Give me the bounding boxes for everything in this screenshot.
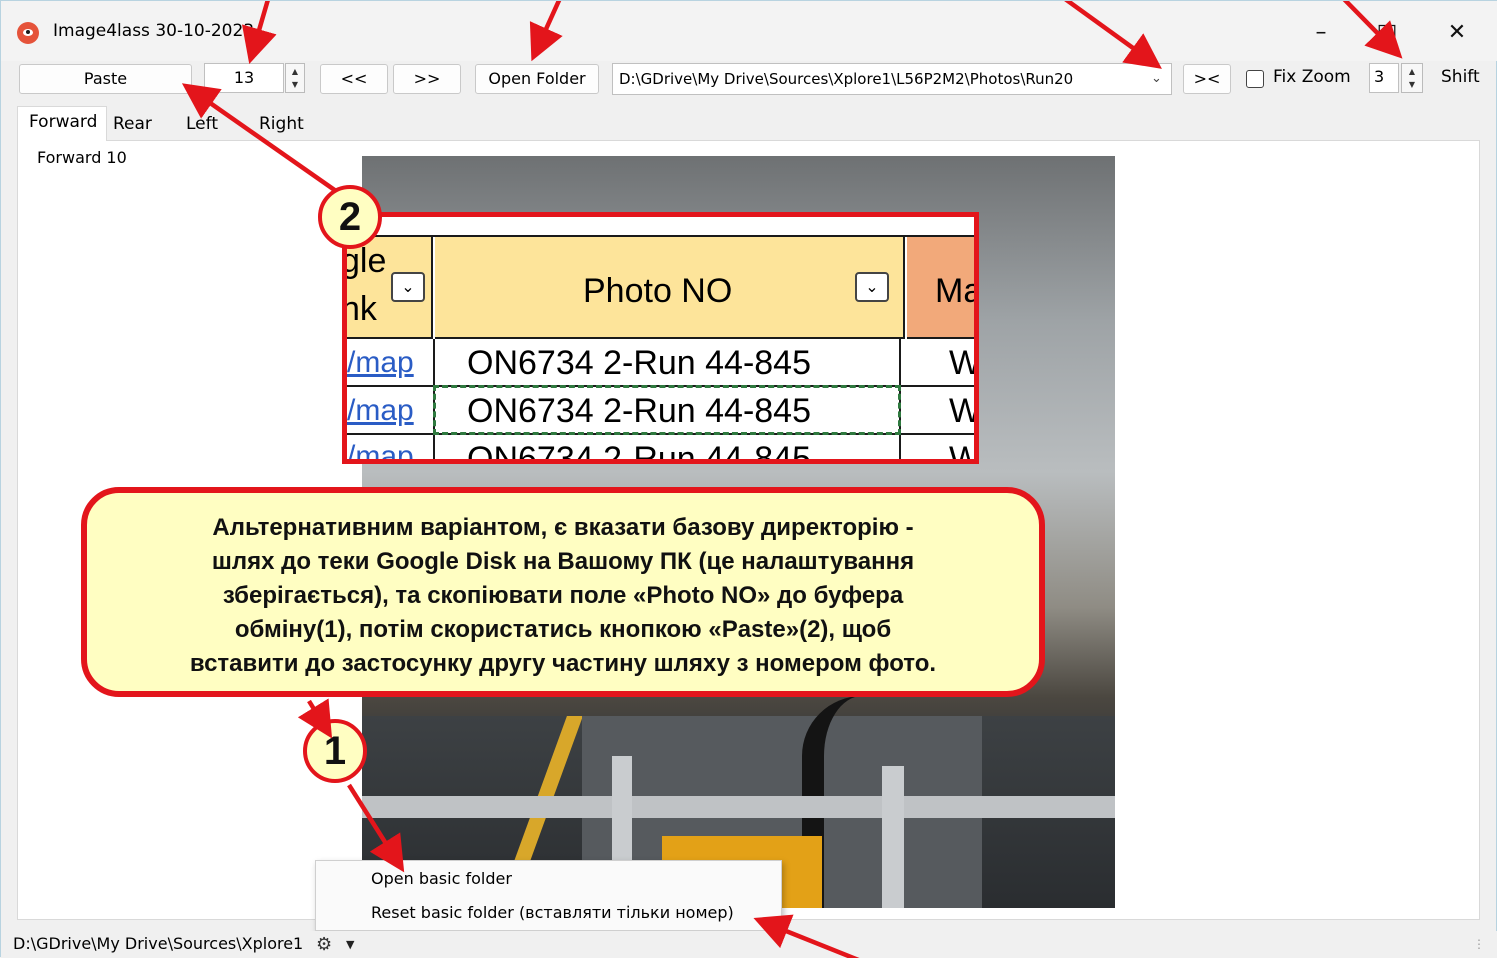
table-row-right: W (949, 392, 979, 430)
open-folder-button[interactable]: Open Folder (475, 64, 599, 94)
table-row-right: W (949, 344, 979, 382)
title-bar: Image4lass 30-10-2023 – □ ✕ (1, 1, 1497, 61)
next-button[interactable]: >> (393, 64, 461, 94)
stepper-up-icon[interactable]: ▲ (1402, 66, 1422, 78)
badge-two: 2 (318, 185, 382, 249)
tab-left[interactable]: Left (186, 109, 246, 141)
table-row-photo: ON6734 2-Run 44-845 (467, 344, 812, 382)
photo-number-input[interactable]: 13 (204, 63, 284, 93)
path-value: D:\GDrive\My Drive\Sources\Xplore1\L56P2… (619, 70, 1074, 88)
shift-input[interactable]: 3 (1369, 63, 1399, 93)
fix-zoom-label: Fix Zoom (1273, 67, 1351, 87)
header-link-text-top: gle (342, 242, 387, 280)
app-window: Image4lass 30-10-2023 – □ ✕ Paste 13 ▲ ▼… (0, 0, 1497, 958)
table-row-link[interactable]: /map (347, 393, 414, 429)
tab-rear[interactable]: Rear (113, 109, 173, 141)
callout-line: обміну(1), потім скористатись кнопкою «P… (234, 616, 892, 643)
table-row-link[interactable]: /map (347, 439, 414, 459)
table-row-link[interactable]: /map (347, 345, 414, 381)
status-bar: D:\GDrive\My Drive\Sources\Xplore1 ⚙ ▼ ⋮ (1, 931, 1497, 958)
filter-dropdown-icon[interactable]: ⌄ (391, 272, 425, 302)
shift-stepper[interactable]: ▲ ▼ (1401, 63, 1423, 93)
rack-bar (362, 796, 1115, 818)
minimize-icon[interactable]: – (1301, 19, 1341, 47)
menu-item-reset-basic-folder[interactable]: Reset basic folder (вставляти тільки ном… (371, 898, 734, 928)
callout-line: зберігається), та скопіювати поле «Photo… (222, 582, 904, 609)
stepper-up-icon[interactable]: ▲ (286, 66, 304, 78)
gear-icon[interactable]: ⚙ (316, 934, 342, 956)
badge-one: 1 (303, 719, 367, 783)
filter-dropdown-icon[interactable]: ⌄ (855, 272, 889, 302)
header-link-text-bottom: nk (342, 290, 377, 328)
callout-line: Альтернативним варіантом, є вказати базо… (212, 514, 914, 541)
spreadsheet-zoom-inset: gle nk ⌄ Photo NO ⌄ Ma /map ON6734 2-Run… (342, 212, 979, 464)
view-caption: Forward 10 (37, 148, 127, 167)
header-top-strip (347, 217, 974, 237)
instruction-callout: Альтернативним варіантом, є вказати базо… (81, 487, 1045, 697)
tab-right[interactable]: Right (259, 109, 319, 141)
shift-label: Shift (1441, 67, 1480, 87)
paste-button[interactable]: Paste (19, 64, 192, 94)
header-right-text: Ma (935, 272, 979, 310)
tab-forward[interactable]: Forward (17, 106, 107, 141)
callout-line: шлях до теки Google Disk на Вашому ПК (ц… (211, 548, 915, 575)
swap-button[interactable]: >< (1183, 64, 1231, 94)
menu-item-open-basic-folder[interactable]: Open basic folder (371, 864, 512, 894)
eye-app-icon (17, 22, 39, 44)
path-combobox[interactable]: D:\GDrive\My Drive\Sources\Xplore1\L56P2… (612, 63, 1172, 95)
table-row-photo: ON6734 2-Run 44-845 (467, 392, 812, 430)
resize-grip-icon[interactable]: ⋮ (1473, 937, 1491, 955)
fix-zoom-checkbox[interactable] (1246, 70, 1264, 88)
header-photo-text: Photo NO (583, 272, 733, 310)
stepper-down-icon[interactable]: ▼ (1402, 79, 1422, 91)
window-title: Image4lass 30-10-2023 (53, 21, 255, 41)
photo-number-stepper[interactable]: ▲ ▼ (285, 63, 305, 93)
stepper-down-icon[interactable]: ▼ (286, 79, 304, 91)
callout-line: вставити до застосунку другу частину шля… (189, 650, 937, 677)
status-path: D:\GDrive\My Drive\Sources\Xplore1 (13, 934, 304, 953)
chevron-down-icon[interactable]: ⌄ (1151, 67, 1167, 91)
table-row-photo: ON6734 2-Run 44-845 (467, 440, 812, 464)
previous-button[interactable]: << (320, 64, 388, 94)
maximize-icon[interactable]: □ (1367, 19, 1407, 47)
rack-post (882, 766, 904, 908)
context-menu: Open basic folder Reset basic folder (вс… (315, 860, 782, 931)
table-row-right: W (949, 440, 979, 464)
close-icon[interactable]: ✕ (1437, 19, 1477, 47)
dropdown-arrow-icon[interactable]: ▼ (346, 935, 362, 955)
